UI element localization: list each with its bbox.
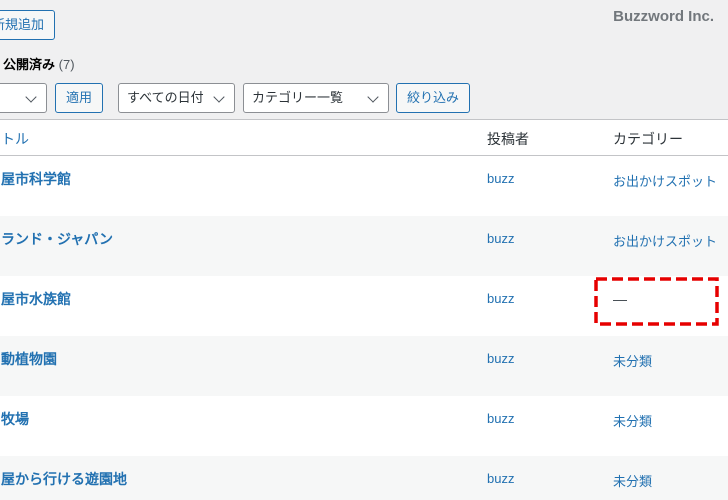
table-row: 動植物園 buzz 未分類 [0, 336, 728, 396]
add-new-button[interactable]: 新規追加 [0, 10, 56, 40]
site-name: Buzzword Inc. [613, 8, 714, 25]
post-category-empty: — [613, 291, 627, 307]
post-title-link[interactable]: 牧場 [1, 409, 29, 429]
category-filter-value: カテゴリー一覧 [252, 90, 344, 105]
table-row: 屋市水族館 buzz — [0, 276, 728, 336]
post-author-link[interactable]: buzz [487, 411, 514, 426]
column-header-title[interactable]: タイトル [0, 129, 29, 149]
post-category-link[interactable]: お出かけスポット [613, 231, 717, 250]
table-row: 牧場 buzz 未分類 [0, 396, 728, 456]
category-filter-select[interactable]: カテゴリー一覧 [243, 83, 389, 113]
published-count: (7) [58, 57, 75, 72]
chevron-down-icon [213, 91, 225, 103]
table-row: 屋市科学館 buzz お出かけスポット [0, 156, 728, 216]
chevron-down-icon [367, 91, 379, 103]
post-author-link[interactable]: buzz [487, 471, 514, 486]
filter-button[interactable]: 絞り込み [396, 83, 471, 113]
apply-button[interactable]: 適用 [55, 83, 104, 113]
published-filter-link[interactable]: 公開済み [3, 57, 55, 72]
post-category-link[interactable]: お出かけスポット [613, 171, 717, 190]
chevron-down-icon [25, 91, 37, 103]
column-header-author: 投稿者 [487, 131, 529, 147]
post-status-filter: 公開済み (7) [3, 54, 75, 73]
post-author-link[interactable]: buzz [487, 291, 514, 306]
post-title-link[interactable]: ランド・ジャパン [1, 229, 113, 249]
table-row: 屋から行ける遊園地 buzz 未分類 [0, 456, 728, 500]
post-category-link[interactable]: 未分類 [613, 471, 652, 490]
table-header-row: タイトル 投稿者 カテゴリー [0, 120, 728, 156]
date-filter-select[interactable]: すべての日付 [118, 83, 235, 113]
date-filter-value: すべての日付 [127, 90, 204, 105]
column-header-category: カテゴリー [613, 131, 683, 147]
post-category-link[interactable]: 未分類 [613, 411, 652, 430]
posts-list-page: 新規追加 Buzzword Inc. 公開済み (7) 適用 すべての日付 カテ… [0, 0, 728, 500]
bulk-action-select[interactable] [0, 83, 47, 113]
post-category-link[interactable]: 未分類 [613, 351, 652, 370]
post-author-link[interactable]: buzz [487, 351, 514, 366]
posts-table: タイトル 投稿者 カテゴリー 屋市科学館 buzz お出かけスポット ランド・ジ… [0, 119, 728, 500]
post-author-link[interactable]: buzz [487, 231, 514, 246]
post-title-link[interactable]: 屋から行ける遊園地 [1, 469, 127, 489]
post-author-link[interactable]: buzz [487, 171, 514, 186]
table-row: ランド・ジャパン buzz お出かけスポット [0, 216, 728, 276]
post-title-link[interactable]: 屋市科学館 [1, 169, 71, 189]
post-title-link[interactable]: 屋市水族館 [1, 289, 71, 309]
post-title-link[interactable]: 動植物園 [1, 349, 57, 369]
